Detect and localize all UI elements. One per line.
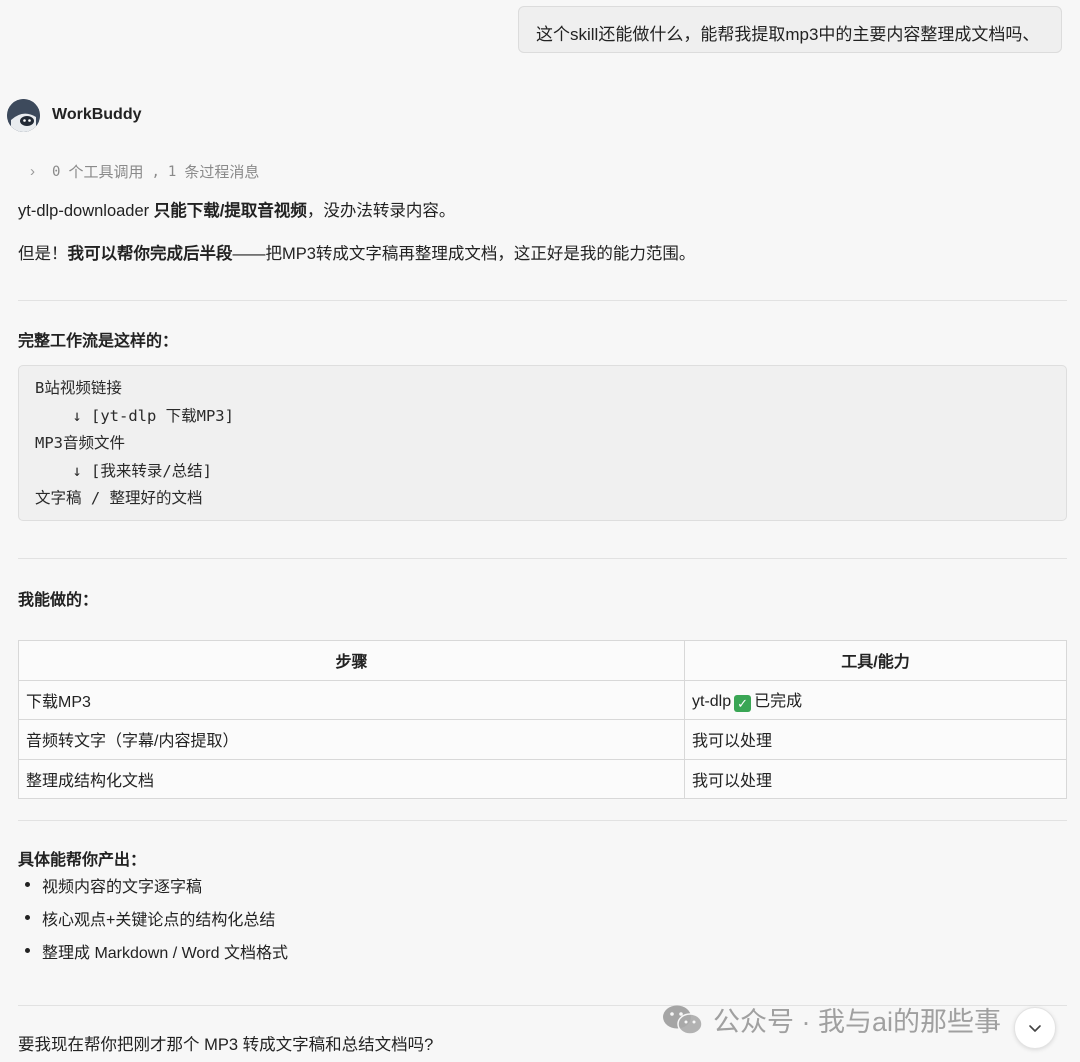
step-cell: 音频转文字（字幕/内容提取） xyxy=(18,719,685,760)
intro-text-b: ，没办法转录内容。 xyxy=(306,202,456,220)
process-summary-toggle[interactable]: › 0 个工具调用 , 1 条过程消息 xyxy=(30,161,259,182)
tool-call-label: 个工具调用 xyxy=(68,164,144,181)
intro-bold: 只能下载/提取音视频 xyxy=(153,202,307,220)
arrow-down-icon xyxy=(1029,1025,1041,1032)
workflow-line: 文字稿 / 整理好的文档 xyxy=(35,489,203,507)
capability-text-b: ——把MP3转成文字稿再整理成文档，这正好是我的能力范围。 xyxy=(232,245,696,263)
table-row: 下载MP3 yt-dlp ✓ 已完成 xyxy=(18,679,1067,720)
list-item-text: 视频内容的文字逐字稿 xyxy=(42,879,203,896)
capability-bold: 我可以帮你完成后半段 xyxy=(67,245,233,263)
tool-cell: 我可以处理 xyxy=(684,719,1067,760)
tool-cell: yt-dlp ✓ 已完成 xyxy=(684,679,1067,720)
bullet-icon xyxy=(25,948,30,953)
list-item: 视频内容的文字逐字稿 xyxy=(22,873,288,906)
capabilities-table: 步骤 工具/能力 下载MP3 yt-dlp ✓ 已完成 音频转文字（字幕/内容提取）… xyxy=(18,640,1067,799)
table-row: 音频转文字（字幕/内容提取） 我可以处理 xyxy=(18,719,1067,760)
intro-text-a: yt-dlp-downloader xyxy=(18,202,154,220)
workflow-line: ↓ [我来转录/总结] xyxy=(35,461,212,480)
capability-paragraph: 但是！我可以帮你完成后半段——把MP3转成文字稿再整理成文档，这正好是我的能力范… xyxy=(18,240,695,264)
bullet-icon xyxy=(25,882,30,887)
list-item-text: 整理成 Markdown / Word 文档格式 xyxy=(42,945,288,962)
step-cell: 整理成结构化文档 xyxy=(18,758,685,799)
capability-text-a: 但是！ xyxy=(18,245,68,263)
bot-name: WorkBuddy xyxy=(52,106,142,123)
bot-avatar xyxy=(7,99,40,132)
bullet-icon xyxy=(25,915,30,920)
process-separator: , xyxy=(151,163,160,180)
watermark-text: 公众号 · 我与ai的那些事 xyxy=(713,1007,1002,1037)
step-cell: 下载MP3 xyxy=(18,679,685,720)
tool-name: yt-dlp xyxy=(692,693,732,711)
user-message-bubble: 这个skill还能做什么，能帮我提取mp3中的主要内容整理成文档吗、 xyxy=(518,6,1062,53)
check-mark-icon: ✓ xyxy=(734,695,752,713)
scroll-to-bottom-button[interactable] xyxy=(1014,1007,1056,1049)
table-header-row: 步骤 工具/能力 xyxy=(18,640,1067,681)
tool-call-count: 0 xyxy=(52,163,61,180)
outputs-heading: 具体能帮你产出： xyxy=(18,852,147,869)
list-item: 核心观点+关键论点的结构化总结 xyxy=(22,906,288,939)
workflow-code-block: B站视频链接 ↓ [yt-dlp 下载MP3] MP3音频文件 ↓ [我来转录/… xyxy=(18,365,1067,521)
divider xyxy=(18,820,1067,821)
outputs-list: 视频内容的文字逐字稿 核心观点+关键论点的结构化总结 整理成 Markdown … xyxy=(22,873,288,972)
table-row: 整理成结构化文档 我可以处理 xyxy=(18,758,1067,799)
column-header-tool: 工具/能力 xyxy=(684,640,1067,681)
tool-status: 已完成 xyxy=(754,693,803,711)
workflow-line: MP3音频文件 xyxy=(35,434,125,452)
column-header-step: 步骤 xyxy=(18,640,685,681)
process-message-label: 条过程消息 xyxy=(184,164,260,181)
process-message-count: 1 xyxy=(167,163,177,180)
tool-cell: 我可以处理 xyxy=(684,758,1067,799)
intro-paragraph: yt-dlp-downloader 只能下载/提取音视频，没办法转录内容。 xyxy=(18,197,455,221)
list-item: 整理成 Markdown / Word 文档格式 xyxy=(22,939,288,972)
divider xyxy=(18,558,1067,559)
wechat-icon xyxy=(661,1003,705,1037)
list-item-text: 核心观点+关键论点的结构化总结 xyxy=(42,912,276,929)
workflow-line: ↓ [yt-dlp 下载MP3] xyxy=(35,406,234,425)
watermark: 公众号 · 我与ai的那些事 xyxy=(661,1000,1001,1039)
capabilities-heading: 我能做的： xyxy=(18,592,99,609)
workflow-heading: 完整工作流是这样的： xyxy=(18,333,179,350)
workflow-line: B站视频链接 xyxy=(35,379,122,397)
divider xyxy=(18,300,1067,301)
chevron-right-icon: › xyxy=(30,163,35,180)
closing-question: 要我现在帮你把刚才那个 MP3 转成文字稿和总结文档吗? xyxy=(18,1036,434,1054)
